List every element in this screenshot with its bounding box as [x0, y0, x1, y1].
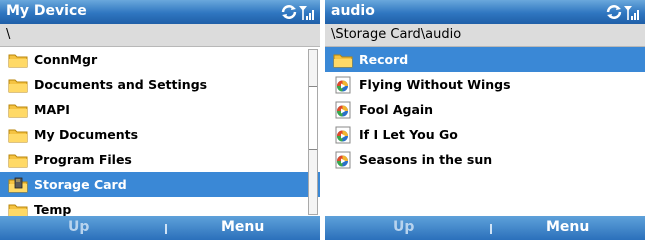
menu-softkey[interactable]: Menu — [546, 219, 589, 235]
current-path: \Storage Card\audio — [331, 27, 462, 42]
list-item-temp[interactable]: Temp — [0, 197, 320, 216]
file-explorer-screen-my-device: My Device \ ConnMgr Documents and Settin… — [0, 0, 320, 240]
connectivity-signal-icon — [281, 5, 314, 20]
folder-icon — [8, 204, 28, 216]
softkey-bar: Up Menu — [325, 216, 645, 240]
folder-icon — [8, 154, 28, 167]
media-file-icon — [335, 101, 351, 118]
title-bar: My Device — [0, 0, 320, 24]
storage-card-folder-icon — [8, 177, 28, 192]
scrollbar[interactable] — [308, 49, 318, 215]
screen-title: My Device — [6, 3, 87, 19]
list-item-mapi[interactable]: MAPI — [0, 97, 320, 122]
folder-icon — [8, 129, 28, 142]
menu-softkey[interactable]: Menu — [221, 219, 264, 235]
list-item-label: If I Let You Go — [359, 127, 458, 142]
list-item-label: Program Files — [34, 152, 132, 167]
folder-icon — [333, 54, 353, 67]
list-item-my-documents[interactable]: My Documents — [0, 122, 320, 147]
title-bar: audio — [325, 0, 645, 24]
folder-icon — [8, 54, 28, 67]
softkey-bar: Up Menu — [0, 216, 320, 240]
path-bar: \Storage Card\audio — [325, 24, 645, 47]
file-list: ConnMgr Documents and Settings MAPI My D… — [0, 47, 320, 216]
list-item-if-i-let-you-go[interactable]: If I Let You Go — [325, 122, 645, 147]
scrollbar-thumb[interactable] — [309, 86, 317, 150]
softkey-divider — [490, 224, 492, 234]
list-item-record[interactable]: Record — [325, 47, 645, 72]
media-file-icon — [335, 151, 351, 168]
softkey-divider — [165, 224, 167, 234]
list-item-flying-without-wings[interactable]: Flying Without Wings — [325, 72, 645, 97]
media-file-icon — [335, 76, 351, 93]
list-item-label: Seasons in the sun — [359, 152, 493, 167]
current-path: \ — [6, 27, 11, 42]
list-item-label: Documents and Settings — [34, 77, 208, 92]
list-item-program-files[interactable]: Program Files — [0, 147, 320, 172]
list-item-label: Record — [359, 52, 409, 67]
list-item-label: Storage Card — [34, 177, 127, 192]
list-item-label: Temp — [34, 202, 72, 216]
connectivity-signal-icon — [606, 5, 639, 20]
file-explorer-screen-audio: audio \Storage Card\audio Record Flying … — [325, 0, 645, 240]
list-item-storage-card[interactable]: Storage Card — [0, 172, 320, 197]
file-list: Record Flying Without Wings Fool Again I… — [325, 47, 645, 216]
list-item-label: MAPI — [34, 102, 70, 117]
list-item-label: ConnMgr — [34, 52, 98, 67]
path-bar: \ — [0, 24, 320, 47]
screen-title: audio — [331, 3, 375, 19]
list-item-fool-again[interactable]: Fool Again — [325, 97, 645, 122]
list-item-documents-and-settings[interactable]: Documents and Settings — [0, 72, 320, 97]
folder-icon — [8, 79, 28, 92]
list-item-label: Flying Without Wings — [359, 77, 511, 92]
folder-icon — [8, 104, 28, 117]
list-item-seasons-in-the-sun[interactable]: Seasons in the sun — [325, 147, 645, 172]
up-softkey[interactable]: Up — [68, 219, 89, 235]
list-item-label: My Documents — [34, 127, 139, 142]
list-item-label: Fool Again — [359, 102, 434, 117]
media-file-icon — [335, 126, 351, 143]
list-item-connmgr[interactable]: ConnMgr — [0, 47, 320, 72]
up-softkey[interactable]: Up — [393, 219, 414, 235]
